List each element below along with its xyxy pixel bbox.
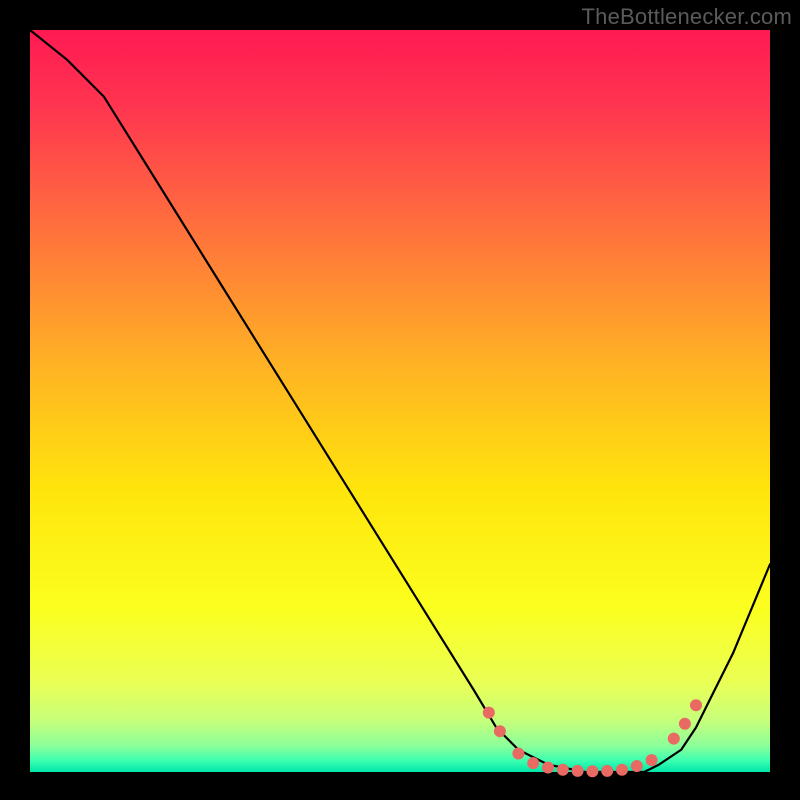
curve-marker-dot [679,718,691,730]
curve-marker-dot [512,747,524,759]
curve-marker-dot [601,765,613,777]
curve-marker-dot [572,765,584,777]
curve-marker-dot [527,757,539,769]
curve-marker-dot [483,707,495,719]
curve-marker-dot [631,760,643,772]
curve-marker-dot [646,754,658,766]
curve-marker-dot [557,764,569,776]
chart-svg [0,0,800,800]
curve-marker-dot [494,725,506,737]
curve-marker-dot [542,762,554,774]
plot-background [30,30,770,772]
chart-stage: TheBottlenecker.com [0,0,800,800]
curve-marker-dot [668,733,680,745]
curve-marker-dot [586,765,598,777]
watermark-text: TheBottlenecker.com [582,4,792,30]
curve-marker-dot [616,764,628,776]
curve-marker-dot [690,699,702,711]
